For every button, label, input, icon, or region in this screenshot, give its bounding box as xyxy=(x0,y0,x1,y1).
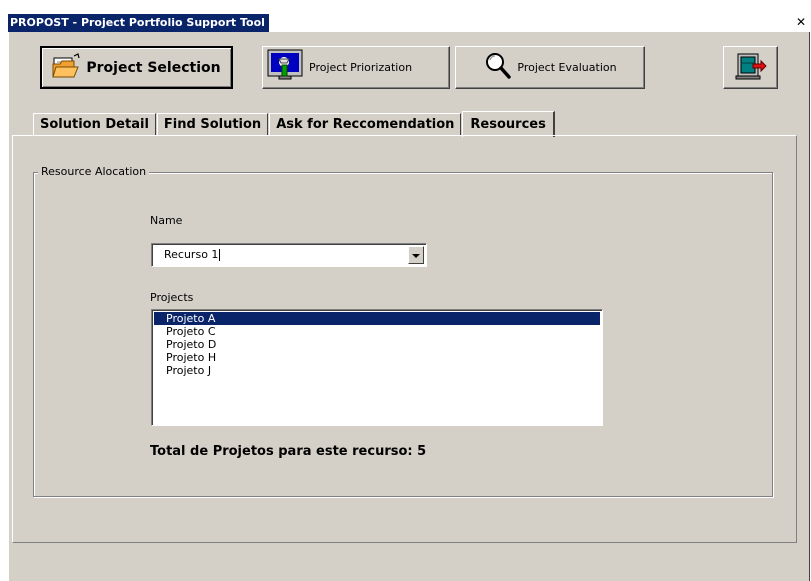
group-title: Resource Alocation xyxy=(38,165,150,178)
project-selection-button[interactable]: Project Selection xyxy=(40,46,233,89)
tab-solution-detail[interactable]: Solution Detail xyxy=(33,113,156,136)
chevron-down-icon xyxy=(412,249,420,262)
name-combobox-value: Recurso 1 xyxy=(164,248,221,261)
project-selection-label: Project Selection xyxy=(86,59,221,76)
list-item[interactable]: Projeto J xyxy=(154,364,600,377)
dropdown-button[interactable] xyxy=(408,246,424,264)
exit-door-icon xyxy=(735,51,767,84)
tab-find-solution[interactable]: Find Solution xyxy=(156,113,269,136)
name-label: Name xyxy=(150,214,183,227)
project-priorization-button[interactable]: Project Priorization xyxy=(262,46,450,89)
project-priorization-label: Project Priorization xyxy=(309,61,413,74)
magnifier-icon xyxy=(483,51,513,84)
projects-listbox[interactable]: Projeto A Projeto C Projeto D Projeto H … xyxy=(151,309,603,426)
projects-label: Projects xyxy=(150,291,194,304)
project-evaluation-label: Project Evaluation xyxy=(517,61,617,74)
window-title: PROPOST - Project Portfolio Support Tool xyxy=(8,14,269,32)
list-item[interactable]: Projeto H xyxy=(154,351,600,364)
title-bar: PROPOST - Project Portfolio Support Tool… xyxy=(8,14,810,32)
list-item[interactable]: Projeto A xyxy=(154,312,600,325)
folder-open-icon xyxy=(52,52,82,83)
tab-resources[interactable]: Resources xyxy=(462,111,555,137)
project-evaluation-button[interactable]: Project Evaluation xyxy=(455,46,645,89)
close-button[interactable]: ✕ xyxy=(794,16,808,29)
total-projects-text: Total de Projetos para este recurso: 5 xyxy=(150,444,427,459)
name-combobox[interactable]: Recurso 1 xyxy=(151,243,427,267)
exit-button[interactable] xyxy=(723,46,778,89)
tab-ask-for-reccomendation[interactable]: Ask for Reccomendation xyxy=(269,113,462,136)
list-item[interactable]: Projeto C xyxy=(154,325,600,338)
monitor-hand-icon xyxy=(267,49,305,86)
list-item[interactable]: Projeto D xyxy=(154,338,600,351)
tab-strip: Solution Detail Find Solution Ask for Re… xyxy=(33,111,556,137)
